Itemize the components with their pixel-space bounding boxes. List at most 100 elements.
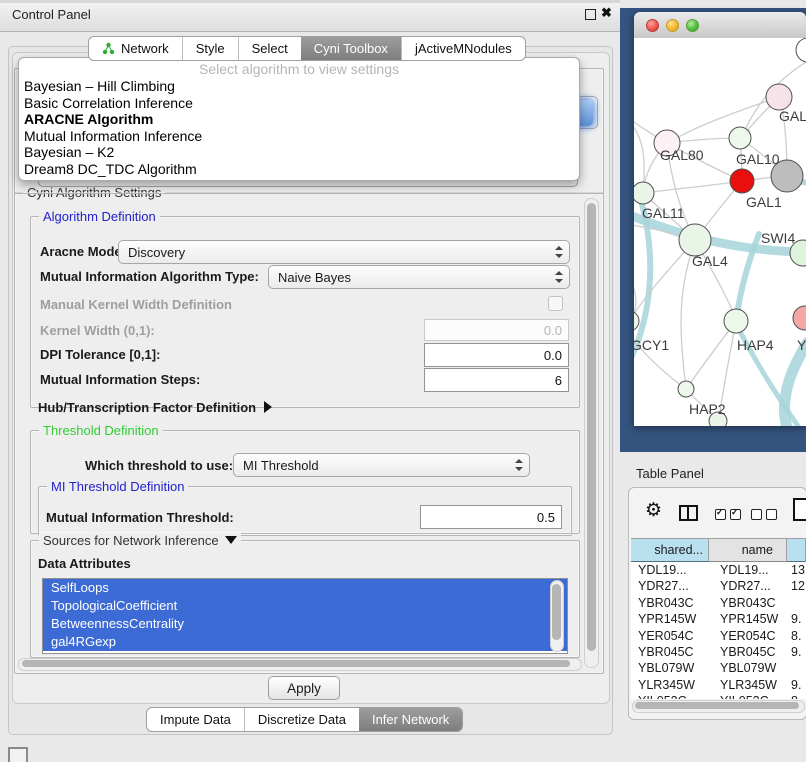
- tab-impute-data[interactable]: Impute Data: [147, 708, 244, 731]
- network-node[interactable]: [730, 169, 754, 193]
- deselect-all-checkboxes-icon[interactable]: [751, 509, 777, 520]
- network-edge[interactable]: [644, 181, 742, 193]
- tab-style[interactable]: Style: [182, 37, 238, 60]
- screen: Control Panel ✖ NetworkStyleSelectCyni T…: [0, 0, 806, 762]
- column-header[interactable]: [787, 538, 806, 562]
- tab-network[interactable]: Network: [89, 37, 182, 60]
- settings-horizontal-scrollbar[interactable]: [18, 658, 582, 671]
- network-node[interactable]: [634, 182, 654, 204]
- export-table-icon[interactable]: [793, 498, 806, 521]
- column-header[interactable]: name: [709, 538, 787, 562]
- network-edge[interactable]: [634, 115, 644, 192]
- algorithm-option[interactable]: Bayesian – Hill Climbing: [19, 78, 579, 95]
- apply-button[interactable]: Apply: [268, 676, 340, 700]
- aracne-mode-select[interactable]: Discovery: [118, 240, 570, 264]
- table-row[interactable]: YBR043CYBR043C: [631, 595, 806, 611]
- sources-title: Sources for Network Inference: [43, 533, 219, 548]
- network-node[interactable]: [679, 224, 711, 256]
- attributes-list-scrollbar[interactable]: [550, 580, 564, 652]
- table-row[interactable]: YIL052CYIL052C8: [631, 693, 806, 699]
- scrollbar-thumb[interactable]: [635, 702, 799, 709]
- network-edge[interactable]: [668, 97, 779, 143]
- network-node[interactable]: [678, 381, 694, 397]
- hub-definition-toggle[interactable]: Hub/Transcription Factor Definition: [38, 400, 272, 415]
- data-attributes-list: SelfLoopsTopologicalCoefficientBetweenne…: [42, 578, 568, 654]
- settings-vertical-scrollbar[interactable]: [584, 198, 599, 668]
- dpi-tolerance-label: DPI Tolerance [0,1]:: [40, 347, 160, 362]
- network-view[interactable]: GALGAL80GAL10GAL1GAL11GAL4SWI4GCY1HAP4YH…: [634, 38, 806, 426]
- attribute-item[interactable]: gal4RGexp: [43, 633, 567, 651]
- kernel-width-input[interactable]: 0.0: [424, 319, 569, 341]
- table-horizontal-scrollbar[interactable]: [632, 700, 805, 713]
- table-row[interactable]: YBL079WYBL079W: [631, 660, 806, 676]
- manual-kernel-label: Manual Kernel Width Definition: [40, 297, 232, 312]
- table-toolbar: ⚙: [629, 488, 806, 536]
- algorithm-option[interactable]: Basic Correlation Inference: [19, 95, 579, 112]
- gear-icon[interactable]: ⚙: [645, 501, 662, 521]
- table-row[interactable]: YLR345WYLR345W9.: [631, 677, 806, 693]
- table-cell: 9.: [787, 611, 806, 627]
- manual-kernel-checkbox[interactable]: [548, 296, 563, 311]
- mi-threshold-input[interactable]: 0.5: [420, 505, 562, 529]
- algorithm-option[interactable]: ARACNE Algorithm: [19, 111, 579, 128]
- column-browser-icon[interactable]: [679, 505, 698, 521]
- attribute-item[interactable]: BetweennessCentrality: [43, 615, 567, 633]
- tab-label: Style: [196, 41, 225, 56]
- minimize-window-icon[interactable]: [666, 19, 679, 32]
- table-cell: YBL079W: [631, 660, 709, 676]
- table-row[interactable]: YDL19...YDL19...13: [631, 562, 806, 578]
- mi-steps-input[interactable]: 6: [424, 368, 569, 392]
- which-threshold-select[interactable]: MI Threshold: [233, 453, 530, 477]
- scrollbar-thumb[interactable]: [22, 660, 570, 667]
- tab-select[interactable]: Select: [238, 37, 301, 60]
- network-node[interactable]: [766, 84, 792, 110]
- attribute-item[interactable]: TopologicalCoefficient: [43, 597, 567, 615]
- table-cell: YBR045C: [631, 644, 709, 660]
- column-header[interactable]: shared...: [631, 538, 709, 562]
- node-label: GCY1: [634, 337, 669, 353]
- table-row[interactable]: YDR27...YDR27...12: [631, 578, 806, 594]
- dpi-tolerance-input[interactable]: 0.0: [424, 343, 569, 367]
- zoom-window-icon[interactable]: [686, 19, 699, 32]
- table-cell: 9.: [787, 644, 806, 660]
- network-node[interactable]: [793, 306, 806, 330]
- network-node[interactable]: [729, 127, 751, 149]
- table-cell: YLR345W: [709, 677, 787, 693]
- network-canvas[interactable]: GALGAL80GAL10GAL1GAL11GAL4SWI4GCY1HAP4YH…: [634, 38, 806, 426]
- tab-discretize-data[interactable]: Discretize Data: [244, 708, 359, 731]
- tab-infer-network[interactable]: Infer Network: [359, 708, 462, 731]
- tab-cyni-toolbox[interactable]: Cyni Toolbox: [301, 37, 401, 60]
- stepper-icon: [555, 270, 563, 284]
- table-cell: YIL052C: [709, 693, 787, 699]
- attribute-item[interactable]: SelfLoops: [43, 579, 567, 597]
- table-row[interactable]: YPR145WYPR145W9.: [631, 611, 806, 627]
- scrollbar-thumb[interactable]: [587, 203, 596, 651]
- network-node[interactable]: [724, 309, 748, 333]
- mi-type-select[interactable]: Naive Bayes: [268, 265, 570, 289]
- which-threshold-value: MI Threshold: [243, 458, 319, 473]
- tab-jactivemnodules[interactable]: jActiveMNodules: [401, 37, 525, 60]
- table-row[interactable]: YBR045CYBR045C9.: [631, 644, 806, 660]
- collapsed-panel-icon[interactable]: [8, 747, 28, 762]
- close-window-icon[interactable]: [646, 19, 659, 32]
- algorithm-option[interactable]: Bayesian – K2: [19, 144, 579, 161]
- table-cell: [787, 660, 806, 676]
- table-cell: 12: [787, 578, 806, 594]
- tab-label: Network: [121, 41, 169, 56]
- algorithm-option[interactable]: Mutual Information Inference: [19, 128, 579, 145]
- float-panel-icon[interactable]: [585, 9, 596, 20]
- table-cell: YBL079W: [709, 660, 787, 676]
- scrollbar-thumb[interactable]: [552, 584, 561, 640]
- network-node[interactable]: [796, 38, 806, 62]
- mi-threshold-label: Mutual Information Threshold:: [46, 510, 234, 525]
- close-icon[interactable]: ✖: [601, 5, 612, 21]
- network-node[interactable]: [634, 311, 639, 331]
- table-cell: YDR27...: [709, 578, 787, 594]
- node-label: SWI4: [761, 230, 795, 246]
- table-cell: 13: [787, 562, 806, 578]
- network-window-titlebar[interactable]: [634, 12, 806, 39]
- table-row[interactable]: YER054CYER054C8.: [631, 628, 806, 644]
- algorithm-option[interactable]: Dream8 DC_TDC Algorithm: [19, 161, 579, 178]
- select-all-checkboxes-icon[interactable]: [715, 509, 741, 520]
- sources-toggle[interactable]: Sources for Network Inference: [39, 533, 241, 548]
